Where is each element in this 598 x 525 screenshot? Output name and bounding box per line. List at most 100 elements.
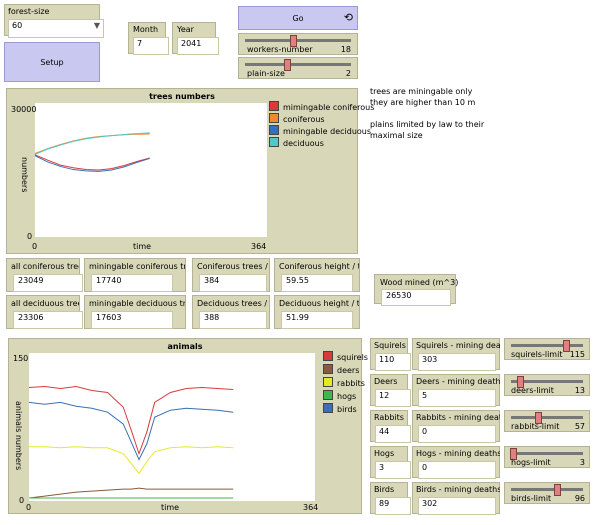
workers-number-value: 18 — [340, 45, 351, 54]
animal-count-monitor: Deers 12 — [370, 374, 411, 407]
slider-track[interactable] — [511, 484, 583, 496]
animal-deaths-monitor: Squirels - mining deaths 303 — [412, 338, 500, 371]
monitor-label: Birds - mining deaths — [416, 485, 500, 494]
legend-swatch — [323, 390, 333, 400]
plain-size-label: plain-size — [247, 69, 285, 78]
monitor-value: 51.99 — [281, 311, 353, 329]
legend-swatch — [269, 101, 279, 111]
monitor-label: miningable coniferous trees — [89, 262, 185, 271]
trees-numbers-plot: trees numbers 30000 0 0 364 time numbers… — [6, 88, 374, 254]
legend-swatch — [269, 137, 279, 147]
plain-size-value: 2 — [345, 69, 351, 78]
legend-label: birds — [337, 405, 357, 414]
y-tick-max: 30000 — [11, 105, 37, 114]
year-label: Year — [177, 25, 194, 34]
legend-swatch — [269, 113, 279, 123]
forest-size-label: forest-size — [8, 7, 50, 16]
monitor-label: all coniferous trees — [11, 262, 79, 271]
legend-swatch — [323, 364, 333, 374]
slider-track[interactable] — [245, 35, 351, 47]
legend-swatch — [323, 377, 333, 387]
legend-label: miningable deciduous — [283, 127, 372, 136]
year-value: 2041 — [177, 37, 219, 55]
workers-number-slider[interactable]: workers-number 18 — [238, 33, 358, 55]
forest-size-chooser[interactable]: forest-size 60 ▼ — [4, 4, 104, 38]
forever-loop-icon: ⟲ — [343, 11, 353, 24]
slider-label: rabbits-limit — [511, 422, 560, 431]
monitor-value: 0 — [418, 461, 496, 479]
animal-limit-slider[interactable]: birds-limit 96 — [504, 482, 590, 504]
monitor-label: Rabbits - mining deaths — [416, 413, 500, 422]
y-axis-label: animals numbers — [14, 401, 23, 471]
slider-track[interactable] — [511, 412, 583, 424]
animal-deaths-monitor: Birds - mining deaths 302 — [412, 482, 500, 515]
plot-area — [35, 103, 267, 237]
slider-track[interactable] — [511, 376, 583, 388]
monitor-value: 26530 — [381, 289, 451, 306]
animal-limit-slider[interactable]: hogs-limit 3 — [504, 446, 590, 468]
animal-count-monitor: Rabbits 44 — [370, 410, 411, 443]
x-axis-label: time — [133, 242, 152, 251]
legend-label: coniferous — [283, 115, 325, 124]
slider-track[interactable] — [245, 59, 351, 71]
legend-label: squirels — [337, 353, 368, 362]
y-tick-min: 0 — [19, 496, 25, 505]
legend-item: birds — [323, 403, 357, 414]
forest-size-selected: 60 — [12, 21, 23, 30]
dropdown-arrow-icon[interactable]: ▼ — [94, 21, 100, 30]
monitor-value: 0 — [418, 425, 496, 443]
slider-value: 13 — [574, 386, 585, 395]
slider-knob[interactable] — [284, 59, 292, 71]
note-line: they are higher than 10 m — [370, 98, 476, 107]
x-tick-min: 0 — [26, 503, 32, 512]
legend-item: hogs — [323, 390, 356, 401]
legend-item: miningable deciduous — [269, 125, 371, 136]
legend-item: coniferous — [269, 113, 325, 124]
monitor-value: 59.55 — [281, 274, 353, 292]
monitor-label: Deers — [374, 377, 398, 386]
monitor-label: Squirels — [374, 341, 406, 350]
go-button[interactable]: Go ⟲ — [238, 6, 358, 30]
legend-swatch — [323, 351, 333, 361]
animals-plot-svg — [28, 353, 315, 501]
monitor-label: miningable deciduous trees — [89, 299, 185, 308]
monitor-value: 17603 — [91, 311, 173, 329]
go-button-label: Go — [292, 14, 304, 23]
monitor-label: Deciduous trees / ha — [197, 299, 269, 308]
slider-track[interactable] — [511, 340, 583, 352]
info-note: trees are miningable only they are highe… — [370, 86, 570, 141]
monitor-value: 388 — [199, 311, 267, 329]
slider-knob[interactable] — [554, 484, 562, 496]
slider-label: deers-limit — [511, 386, 554, 395]
legend-swatch — [323, 403, 333, 413]
monitor-label: Wood mined (m^3) — [380, 278, 459, 287]
slider-label: hogs-limit — [511, 458, 551, 467]
x-axis-label: time — [161, 503, 180, 512]
animal-deaths-monitor: Deers - mining deaths 5 — [412, 374, 500, 407]
forest-size-value[interactable]: 60 ▼ — [8, 19, 104, 38]
workers-number-label: workers-number — [247, 45, 313, 54]
coniferous-per-ha-monitor: Coniferous trees / ha 384 — [192, 258, 270, 292]
monitor-label: Deers - mining deaths — [416, 377, 500, 386]
note-line: plains limited by law to their — [370, 120, 485, 129]
year-monitor: Year 2041 — [172, 22, 219, 55]
plain-size-slider[interactable]: plain-size 2 — [238, 57, 358, 79]
monitor-label: Hogs - mining deaths — [416, 449, 500, 458]
legend-item: squirels — [323, 351, 368, 362]
plot-area — [29, 353, 315, 501]
legend-swatch — [269, 125, 279, 135]
monitor-value: 89 — [375, 497, 411, 515]
monitor-label: Hogs — [374, 449, 395, 458]
slider-value: 57 — [574, 422, 585, 431]
slider-label: squirels-limit — [511, 350, 563, 359]
animal-limit-slider[interactable]: rabbits-limit 57 — [504, 410, 590, 432]
animal-limit-slider[interactable]: deers-limit 13 — [504, 374, 590, 396]
slider-track[interactable] — [510, 448, 583, 460]
monitor-label: Rabbits — [374, 413, 404, 422]
monitor-value: 303 — [418, 353, 496, 371]
setup-button[interactable]: Setup — [4, 42, 100, 82]
monitor-value: 384 — [199, 274, 267, 292]
month-value: 7 — [133, 37, 169, 55]
y-tick-max: 150 — [13, 354, 29, 363]
animal-limit-slider[interactable]: squirels-limit 115 — [504, 338, 590, 360]
